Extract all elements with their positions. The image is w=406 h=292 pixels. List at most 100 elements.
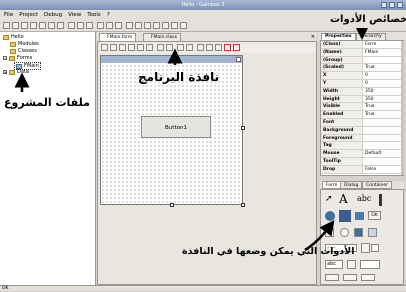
back-icon[interactable]	[186, 44, 193, 51]
stop-icon[interactable]	[144, 22, 151, 29]
property-row[interactable]: Height 350	[321, 95, 403, 104]
copy-icon[interactable]	[48, 22, 55, 29]
resize-handle-right[interactable]	[241, 126, 245, 130]
align-icon[interactable]	[197, 44, 204, 51]
cut-icon[interactable]	[128, 44, 135, 51]
pointer-icon[interactable]: ➚	[325, 194, 335, 204]
watch-icon[interactable]	[180, 22, 187, 29]
spinbox-tool-icon[interactable]	[347, 260, 356, 269]
tab-fmain-form[interactable]: FMain.form	[99, 33, 137, 41]
property-value[interactable]: FMain	[363, 49, 378, 56]
tab-fmain-class[interactable]: FMain.class	[143, 33, 181, 41]
property-row[interactable]: Mouse Default	[321, 150, 403, 158]
pause-icon[interactable]	[135, 22, 142, 29]
menu-file[interactable]: File	[4, 10, 13, 20]
resize-handle-corner[interactable]	[241, 203, 245, 207]
menu-debug[interactable]: Debug	[44, 10, 62, 20]
property-value[interactable]: True	[363, 64, 375, 71]
redo-icon[interactable]	[166, 44, 173, 51]
checkbox-tool-icon[interactable]: ✓	[325, 228, 334, 237]
property-value[interactable]	[363, 142, 365, 149]
paste-icon[interactable]	[146, 44, 153, 51]
property-row[interactable]: Font	[321, 118, 403, 127]
dropdown-tool-icon[interactable]	[371, 244, 379, 252]
property-row[interactable]: Drop False	[321, 165, 403, 174]
tab-properties[interactable]: Properties	[321, 33, 356, 40]
property-value[interactable]: Default	[363, 150, 381, 157]
property-row[interactable]: X0	[321, 72, 403, 80]
property-value[interactable]: 350	[363, 96, 374, 103]
menu-tools[interactable]: Tools	[87, 10, 101, 20]
list-tool-icon[interactable]	[361, 243, 370, 253]
expand-icon[interactable]: +	[3, 70, 7, 75]
same-size-icon[interactable]	[233, 44, 240, 51]
property-value[interactable]	[363, 57, 365, 64]
minimize-button[interactable]	[381, 2, 387, 8]
radiobutton-tool-icon[interactable]	[340, 228, 349, 237]
property-value[interactable]: 0	[363, 72, 368, 79]
property-row[interactable]: Width 350	[321, 87, 403, 96]
textlabel-tool[interactable]: abc	[357, 194, 375, 204]
property-value[interactable]: True	[363, 103, 375, 110]
property-value[interactable]	[363, 135, 365, 142]
property-row[interactable]: Tag	[321, 142, 403, 151]
textarea-tool-icon[interactable]	[360, 260, 380, 269]
tree-item-forms[interactable]: − Forms	[3, 55, 32, 61]
property-value[interactable]: Form	[363, 41, 376, 48]
property-row[interactable]: ToolTip	[321, 157, 403, 166]
property-row[interactable]: Foreground	[321, 134, 403, 143]
new-project-icon[interactable]	[3, 22, 10, 29]
find-icon[interactable]	[86, 22, 93, 29]
close-button[interactable]	[397, 2, 403, 8]
maximize-button[interactable]	[389, 2, 395, 8]
properties-icon[interactable]	[30, 22, 37, 29]
grid-tool-icon[interactable]	[339, 210, 351, 222]
menu-help[interactable]: ?	[107, 10, 110, 20]
property-row[interactable]: Y0	[321, 79, 403, 88]
grid-icon[interactable]	[206, 44, 213, 51]
collapse-icon[interactable]: −	[3, 56, 7, 61]
property-row[interactable]: Enabled True	[321, 111, 403, 119]
tree-item-modules[interactable]: Modules	[10, 41, 39, 47]
property-row[interactable]: (Scaled) True	[321, 64, 403, 73]
resize-handle-bottom[interactable]	[170, 203, 174, 207]
tree-item-classes[interactable]: Classes	[10, 48, 37, 54]
property-row[interactable]: (Group)	[321, 56, 403, 65]
front-icon[interactable]	[177, 44, 184, 51]
separator-tool-icon[interactable]	[379, 194, 382, 206]
toolbutton-tool-icon[interactable]	[368, 228, 377, 237]
property-value[interactable]: 0	[363, 80, 368, 87]
distribute-icon[interactable]	[224, 44, 231, 51]
scrollbar-tool-icon[interactable]	[361, 274, 375, 281]
label-tool-icon[interactable]: A	[339, 192, 353, 206]
breakpoint-icon[interactable]	[171, 22, 178, 29]
run-icon[interactable]	[126, 22, 133, 29]
picturebox-tool-icon[interactable]	[325, 211, 335, 221]
tab-dialog[interactable]: Dialog	[340, 181, 363, 189]
properties-scrollbar[interactable]	[401, 41, 404, 175]
property-row[interactable]: Visible True	[321, 103, 403, 112]
copy-icon[interactable]	[137, 44, 144, 51]
property-value[interactable]: False	[363, 166, 376, 173]
frame-tool-icon[interactable]	[355, 212, 364, 220]
property-value[interactable]	[363, 127, 365, 134]
settings-icon[interactable]	[115, 22, 122, 29]
paste-icon[interactable]	[57, 22, 64, 29]
step-icon[interactable]	[153, 22, 160, 29]
undo-icon[interactable]	[157, 44, 164, 51]
undo-icon[interactable]	[68, 22, 75, 29]
menu-project[interactable]: Project	[19, 10, 38, 20]
make-icon[interactable]	[106, 22, 113, 29]
forward-icon[interactable]	[162, 22, 169, 29]
close-tab-icon[interactable]: ✕	[311, 34, 315, 40]
tree-item-data[interactable]: + Data	[3, 69, 29, 75]
slider-tool-icon[interactable]	[343, 274, 357, 281]
button-tool[interactable]: OK	[368, 211, 381, 220]
lock-icon[interactable]	[215, 44, 222, 51]
property-row[interactable]: Background	[321, 126, 403, 135]
compile-icon[interactable]	[97, 22, 104, 29]
cut-icon[interactable]	[39, 22, 46, 29]
menu-editor-icon[interactable]	[119, 44, 126, 51]
save-icon[interactable]	[101, 44, 108, 51]
open-project-icon[interactable]	[12, 22, 19, 29]
